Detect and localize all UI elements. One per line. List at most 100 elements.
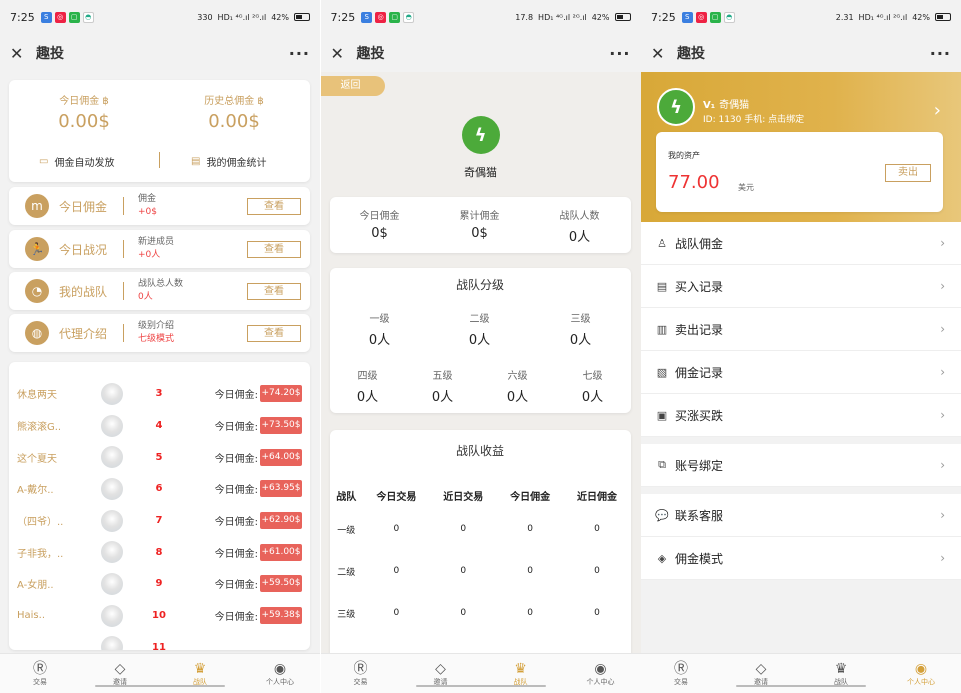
list-item[interactable]: 熊滚滚G.. 4 今日佣金: +73.50$ <box>9 410 310 442</box>
tab-trade[interactable]: Ⓡ 交易 <box>321 654 401 693</box>
bitcoin-icon: ฿ <box>257 96 264 107</box>
box-icon: ◈ <box>657 551 667 565</box>
title-bar: ✕ 趣投 ··· <box>320 34 641 72</box>
avatar <box>101 382 123 405</box>
registered-icon: Ⓡ <box>674 660 688 677</box>
view-button[interactable]: 查看 <box>247 324 301 342</box>
trophy-icon: ♛ <box>834 660 848 677</box>
today-commission-value: 0.00$ <box>58 111 110 132</box>
assets-amount: 77.00 <box>668 172 720 193</box>
list-item[interactable]: Hais.. 10 今日佣金: +59.38$ <box>9 600 310 632</box>
tab-profile[interactable]: ◉ 个人中心 <box>881 654 961 693</box>
avatar <box>101 446 123 469</box>
team-stats-card: 今日佣金 0$ 累计佣金 0$ 战队人数 0人 <box>329 197 631 253</box>
diamond-icon: ◇ <box>114 660 126 677</box>
status-time: 7:25 <box>651 10 676 24</box>
close-icon[interactable]: ✕ <box>331 44 351 63</box>
income-title: 战队收益 <box>455 444 504 458</box>
list-item[interactable]: 休息两天 3 今日佣金: +74.20$ <box>9 378 310 410</box>
assets-unit: 美元 <box>738 183 754 192</box>
home-indicator <box>95 685 225 687</box>
menu-item-up-down[interactable]: ▣ 买涨买跌 › <box>641 394 961 437</box>
row-title: 代理介绍 <box>59 326 108 341</box>
bottom-tab-bar: Ⓡ 交易 ◇ 邀请 ♛ 战队 ◉ 个人中心 <box>320 653 641 693</box>
user-icon: ◉ <box>914 660 928 677</box>
menu-item-commission-records[interactable]: ▧ 佣金记录 › <box>641 351 961 394</box>
list-item[interactable]: A-戴尔.. 6 今日佣金: +63.95$ <box>9 473 310 505</box>
row-title: 今日战况 <box>59 242 108 257</box>
document-icon: ▤ <box>656 279 668 293</box>
menu-item-buy-records[interactable]: ▤ 买入记录 › <box>641 265 961 308</box>
menu-item-commission-mode[interactable]: ◈ 佣金模式 › <box>641 537 961 580</box>
notification-app-icon: ▢ <box>389 11 401 23</box>
more-icon[interactable]: ··· <box>609 44 630 63</box>
tab-profile[interactable]: ◉ 个人中心 <box>240 654 320 693</box>
view-button[interactable]: 查看 <box>247 282 301 300</box>
chevron-right-icon: › <box>940 279 945 293</box>
chevron-right-icon: › <box>940 236 945 250</box>
team-logo-icon: ϟ <box>461 116 500 154</box>
tab-team[interactable]: ♛ 战队 <box>481 654 561 693</box>
list-item[interactable]: （四爷）.. 7 今日佣金: +62.90$ <box>9 505 310 537</box>
back-button[interactable]: 返回 <box>320 76 385 96</box>
list-item[interactable]: 这个夏天 5 今日佣金: +64.00$ <box>9 441 310 473</box>
title-bar: ✕ 趣投 ··· <box>641 34 961 72</box>
notification-app-icon: ◓ <box>82 11 94 23</box>
tab-team[interactable]: ♛ 战队 <box>801 654 881 693</box>
close-icon[interactable]: ✕ <box>10 44 30 63</box>
chevron-right-icon: › <box>940 551 945 565</box>
user-id[interactable]: ID: 1130 手机: 点击绑定 <box>703 112 804 125</box>
copy-icon: ⧉ <box>658 458 666 471</box>
page-title: 趣投 <box>677 46 705 62</box>
menu-item-sell-records[interactable]: ▥ 卖出记录 › <box>641 308 961 351</box>
tab-trade[interactable]: Ⓡ 交易 <box>0 654 80 693</box>
tab-trade[interactable]: Ⓡ 交易 <box>641 654 721 693</box>
bitcoin-icon: ฿ <box>102 96 109 107</box>
view-button[interactable]: 查看 <box>247 240 301 258</box>
menu-group: ♙ 战队佣金 › ▤ 买入记录 › ▥ 卖出记录 › ▧ 佣金记录 › ▣ 买涨买跌 › <box>641 222 961 437</box>
menu-item-account-binding[interactable]: ⧉ 账号绑定 › <box>641 444 961 487</box>
menu-item-team-commission[interactable]: ♙ 战队佣金 › <box>641 222 961 265</box>
table-row: 二级 0 0 0 0 <box>337 566 600 578</box>
row-info-label: 新进成员 <box>138 237 175 247</box>
sell-button[interactable]: 卖出 <box>885 164 931 182</box>
battery-icon <box>294 13 310 21</box>
notification-app-icon: S <box>361 11 373 23</box>
notification-app-icon: ◎ <box>695 11 707 23</box>
row-agent-intro: ◍ 代理介绍 级别介绍 七级模式 查看 <box>9 314 310 352</box>
avatar <box>101 414 123 437</box>
table-row: 一级 0 0 0 0 <box>337 524 600 536</box>
diamond-icon: ◇ <box>435 660 446 677</box>
list-item[interactable]: A-女朋.. 9 今日佣金: +59.50$ <box>9 568 310 600</box>
view-button[interactable]: 查看 <box>247 197 301 215</box>
battery-icon <box>935 13 951 21</box>
chevron-right-icon: › <box>940 458 945 472</box>
menu-item-customer-service[interactable]: 💬 联系客服 › <box>641 494 961 537</box>
list-item[interactable]: 子非我，.. 8 今日佣金: +61.00$ <box>9 536 310 568</box>
home-indicator <box>736 685 866 687</box>
avatar <box>101 541 123 564</box>
more-icon[interactable]: ··· <box>930 44 951 63</box>
avatar <box>101 509 123 532</box>
team-levels-card: 战队分级 一级 0人 二级 0人 三级 0人 四级 0人 五级 0人 六级 0人 七级 0人 <box>329 268 631 413</box>
list-item[interactable]: 11 <box>9 632 310 650</box>
registered-icon: Ⓡ <box>353 660 368 677</box>
tab-invite[interactable]: ◇ 邀请 <box>721 654 801 693</box>
more-icon[interactable]: ··· <box>289 44 310 63</box>
tab-invite[interactable]: ◇ 邀请 <box>80 654 160 693</box>
chevron-right-icon[interactable]: › <box>934 100 941 121</box>
my-stats-button[interactable]: ▤ 我的佣金统计 <box>191 154 266 169</box>
tab-team[interactable]: ♛ 战队 <box>160 654 240 693</box>
menu-group: 💬 联系客服 › ◈ 佣金模式 › <box>641 494 961 580</box>
status-bar: 7:25 S ◎ ▢ ◓ 2.31 HD₁ ⁴ᴳ.ıl ²ᴳ.ıl 42% <box>641 0 961 34</box>
close-icon[interactable]: ✕ <box>651 44 671 63</box>
commission-summary-card: 今日佣金 ฿ 0.00$ 历史总佣金 ฿ 0.00$ ▭ 佣金自动发放 ▤ 我的… <box>9 80 310 182</box>
auto-pay-button[interactable]: ▭ 佣金自动发放 <box>39 154 114 169</box>
notification-app-icon: ▢ <box>68 11 80 23</box>
user-icon: ◉ <box>594 660 607 677</box>
tab-invite[interactable]: ◇ 邀请 <box>401 654 481 693</box>
trophy-icon: ♛ <box>193 660 207 677</box>
tab-profile[interactable]: ◉ 个人中心 <box>561 654 641 693</box>
battery-text: 42% <box>271 12 289 22</box>
page-title: 趣投 <box>356 46 385 62</box>
